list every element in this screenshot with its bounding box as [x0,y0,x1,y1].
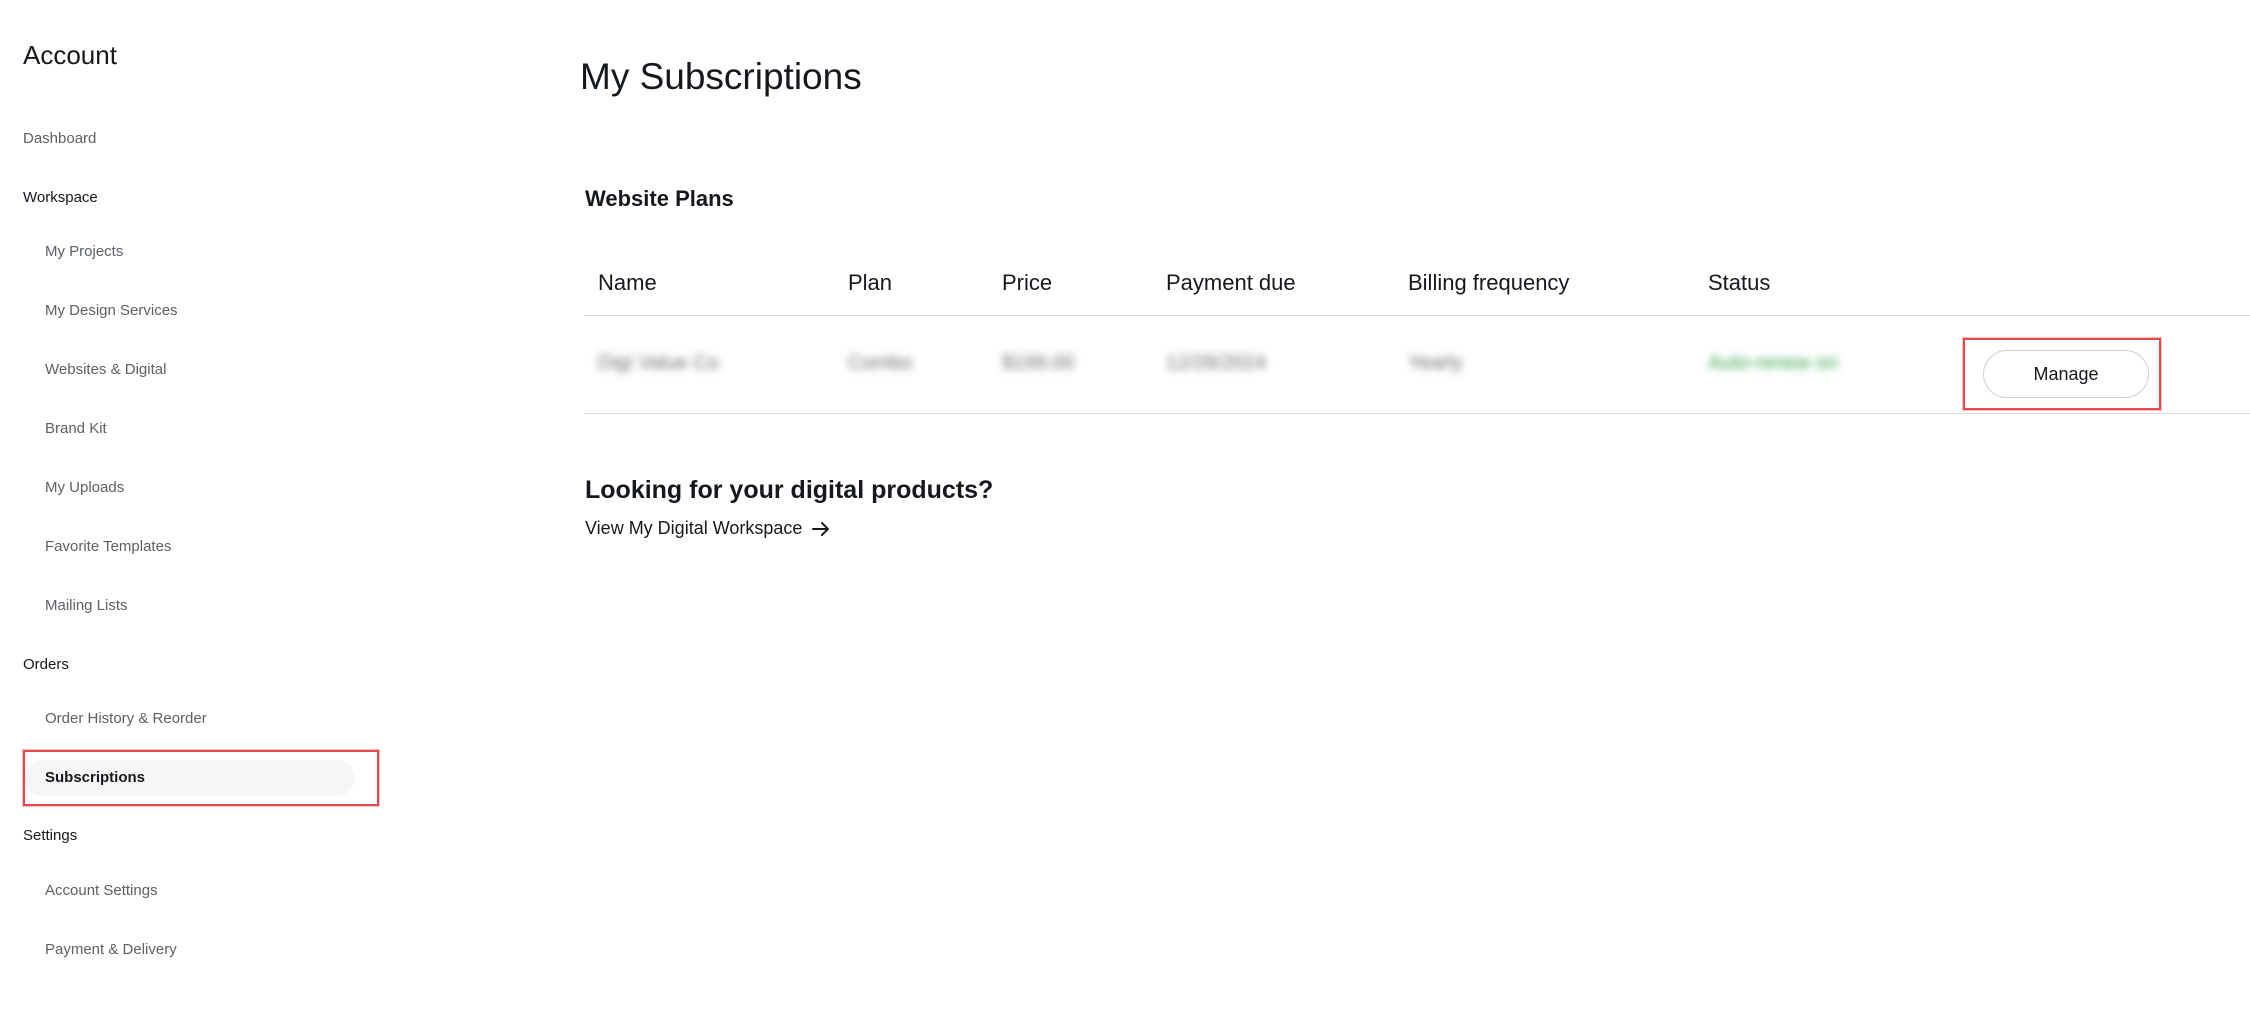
column-header-billing-frequency: Billing frequency [1408,270,1570,295]
sidebar-item-dashboard[interactable]: Dashboard [23,130,96,147]
sidebar: Account Dashboard Workspace My Projects … [0,0,400,1012]
arrow-right-icon [812,521,830,536]
table-row: Digi Value Co Combo $199.00 12/28/2024 Y… [584,316,2250,414]
cell-price: $199.00 [1002,352,1075,374]
sidebar-item-account-settings[interactable]: Account Settings [45,882,158,899]
sidebar-item-my-projects[interactable]: My Projects [45,243,123,260]
page: Account Dashboard Workspace My Projects … [0,0,2250,1012]
cell-status: Auto-renew on [1708,352,1839,374]
sidebar-item-mailing-lists[interactable]: Mailing Lists [45,597,128,614]
sidebar-item-websites-digital[interactable]: Websites & Digital [45,361,166,378]
page-title: My Subscriptions [580,56,862,97]
cell-billing-frequency: Yearly [1408,352,1463,374]
sidebar-section-workspace[interactable]: Workspace [23,189,98,206]
sidebar-title: Account [23,40,117,70]
column-header-plan: Plan [848,270,893,295]
cell-plan: Combo [848,352,913,374]
subscriptions-highlight-box [23,750,379,806]
column-header-payment-due: Payment due [1166,270,1296,295]
sidebar-item-favorite-templates[interactable]: Favorite Templates [45,538,171,555]
manage-highlight-box [1963,338,2161,410]
section-title-website-plans: Website Plans [585,186,734,211]
sidebar-section-orders[interactable]: Orders [23,656,69,673]
table-header: Name Plan Price Payment due Billing freq… [584,262,2250,316]
cell-name: Digi Value Co [598,352,719,374]
column-header-status: Status [1708,270,1771,295]
sidebar-item-my-design-services[interactable]: My Design Services [45,302,178,319]
column-header-price: Price [1002,270,1053,295]
view-digital-workspace-link[interactable]: View My Digital Workspace [585,518,830,539]
sidebar-item-payment-delivery[interactable]: Payment & Delivery [45,941,177,958]
digital-workspace-link-label: View My Digital Workspace [585,518,803,538]
subscriptions-table: Name Plan Price Payment due Billing freq… [584,262,2250,414]
main-content: My Subscriptions Website Plans Name Plan… [580,0,2250,1012]
column-header-name: Name [598,270,657,295]
sidebar-item-brand-kit[interactable]: Brand Kit [45,420,107,437]
sidebar-section-settings[interactable]: Settings [23,827,77,844]
digital-products-title: Looking for your digital products? [585,476,994,504]
cell-payment-due: 12/28/2024 [1166,352,1267,374]
sidebar-item-my-uploads[interactable]: My Uploads [45,479,124,496]
sidebar-item-order-history[interactable]: Order History & Reorder [45,710,207,727]
